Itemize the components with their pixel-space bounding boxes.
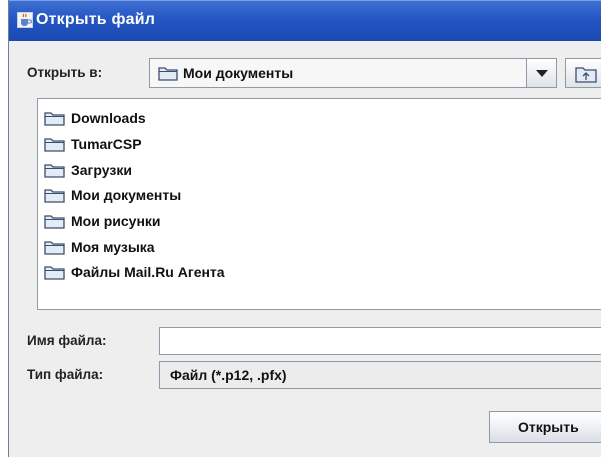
open-file-dialog: Открыть файл Открыть в: Мои документы Do… [8,0,601,457]
look-in-label: Открыть в: [27,65,103,80]
file-name-label: Имя файла: [27,333,107,348]
list-item[interactable]: Загрузки [44,159,132,181]
window-title: Открыть файл [36,11,156,28]
folder-icon [44,240,65,255]
folder-icon [44,265,65,280]
look-in-dropdown-button[interactable] [526,59,556,87]
folder-icon [44,188,65,203]
folder-icon [44,137,65,152]
look-in-combobox[interactable]: Мои документы [149,58,557,88]
list-item[interactable]: Моя музыка [44,236,155,258]
chevron-down-icon [536,70,548,77]
java-cup-icon [17,12,33,28]
list-item-label: Мои рисунки [71,213,161,229]
list-item[interactable]: TumarCSP [44,133,142,155]
file-name-input[interactable] [159,327,601,355]
list-item[interactable]: Мои рисунки [44,210,161,232]
list-item[interactable]: Мои документы [44,184,181,206]
list-item-label: Downloads [71,110,146,126]
list-item-label: Файлы Mail.Ru Агента [71,264,225,280]
folder-up-icon [575,67,597,83]
list-item-label: TumarCSP [71,136,142,152]
list-item-label: Мои документы [71,187,182,203]
open-button-label: Открыть [518,419,579,435]
list-item[interactable]: Downloads [44,107,146,129]
file-type-select[interactable]: Файл (*.p12, .pfx) [159,361,601,389]
open-button[interactable]: Открыть [489,411,601,443]
folder-icon [44,214,65,229]
up-folder-button[interactable] [565,58,601,88]
file-type-value: Файл (*.p12, .pfx) [170,367,287,383]
folder-icon [44,111,65,126]
list-item-label: Моя музыка [71,239,155,255]
title-bar[interactable]: Открыть файл [9,0,601,41]
folder-icon [44,163,65,178]
list-item[interactable]: Файлы Mail.Ru Агента [44,261,225,283]
list-item-label: Загрузки [71,162,132,178]
file-type-label: Тип файла: [27,367,104,382]
file-list[interactable]: Downloads TumarCSP Загрузки Мои документ… [37,98,601,310]
look-in-value: Мои документы [183,65,294,81]
folder-icon [158,67,178,81]
